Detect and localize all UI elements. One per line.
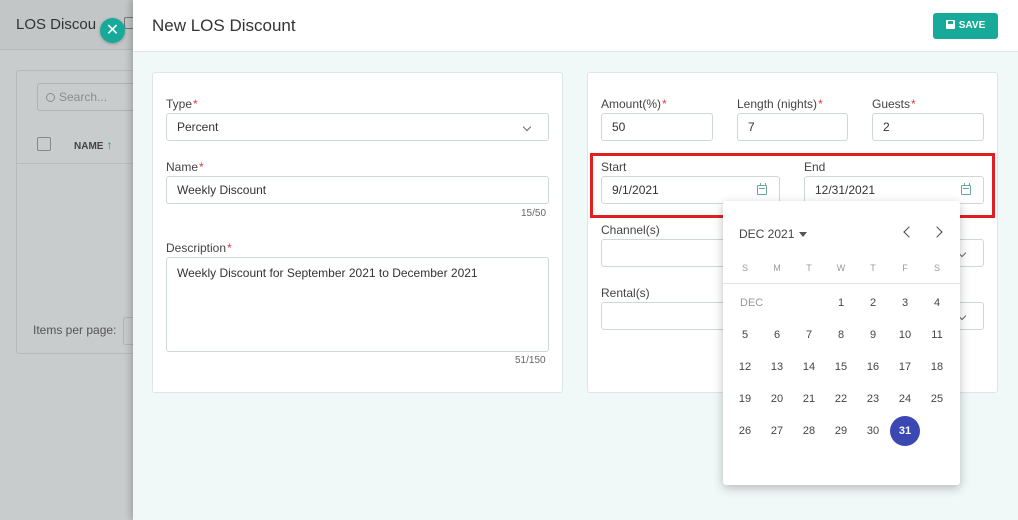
name-input[interactable]: Weekly Discount	[166, 176, 549, 204]
chevron-down-icon	[522, 122, 532, 132]
calendar-day[interactable]: 9	[858, 320, 888, 350]
calendar-day[interactable]: 20	[762, 384, 792, 414]
calendar-day[interactable]: 4	[922, 288, 952, 318]
calendar-day[interactable]: 19	[730, 384, 760, 414]
calendar-day[interactable]: 30	[858, 416, 888, 446]
calendar-day[interactable]: 16	[858, 352, 888, 382]
drawer-header: New LOS Discount SAVE	[133, 0, 1018, 52]
items-per-page-label: Items per page:	[33, 323, 117, 337]
calendar-month-label: DEC	[740, 297, 764, 309]
calendar-day[interactable]: 1	[826, 288, 856, 318]
weekday-header: S	[741, 263, 748, 273]
calendar-day[interactable]: 22	[826, 384, 856, 414]
description-textarea[interactable]: Weekly Discount for September 2021 to De…	[166, 257, 549, 352]
calendar-day[interactable]: 2	[858, 288, 888, 318]
weekday-header: F	[902, 263, 908, 273]
amount-input[interactable]: 50	[601, 113, 713, 141]
length-value: 7	[748, 120, 755, 134]
calendar-day[interactable]: 21	[794, 384, 824, 414]
calendar-day[interactable]: 17	[890, 352, 920, 382]
month-year-selector[interactable]: DEC 2021	[739, 227, 808, 241]
select-all-checkbox[interactable]	[37, 137, 51, 151]
guests-value: 2	[883, 120, 890, 134]
close-icon: ✕	[105, 22, 120, 39]
caret-down-icon	[799, 232, 808, 237]
floppy-disk-icon	[945, 20, 955, 29]
description-label: Description*	[166, 241, 232, 255]
drawer-title: New LOS Discount	[152, 16, 296, 35]
search-icon	[46, 93, 55, 102]
calendar-day[interactable]: 26	[730, 416, 760, 446]
description-counter: 51/150	[515, 355, 546, 366]
calendar-day[interactable]: 15	[826, 352, 856, 382]
calendar-day[interactable]: 27	[762, 416, 792, 446]
guests-input[interactable]: 2	[872, 113, 984, 141]
column-header-name[interactable]: NAME ↑	[74, 138, 112, 152]
calendar-day[interactable]: 24	[890, 384, 920, 414]
next-month-icon[interactable]	[931, 226, 943, 238]
calendar-day[interactable]: 10	[890, 320, 920, 350]
name-value: Weekly Discount	[177, 183, 267, 197]
calendar-day[interactable]: 13	[762, 352, 792, 382]
name-counter: 15/50	[521, 208, 547, 219]
calendar-day[interactable]: 8	[826, 320, 856, 350]
date-picker-popup: DEC 2021 DEC S M T W T F S 1 2 3 4 5 6 7 8 9 10 11 12 13 14 1…	[723, 201, 960, 485]
type-label: Type*	[166, 97, 198, 111]
type-select[interactable]: Percent	[166, 113, 549, 141]
details-card: Type* Percent Name* Weekly Discount 15/5…	[152, 72, 563, 393]
name-label: Name*	[166, 160, 204, 174]
search-placeholder: Search...	[59, 90, 108, 104]
calendar-day[interactable]: 11	[922, 320, 952, 350]
weekday-header: T	[806, 263, 812, 273]
previous-month-icon[interactable]	[903, 226, 915, 238]
weekday-header: W	[836, 263, 846, 273]
amount-value: 50	[612, 120, 626, 134]
rentals-label: Rental(s)	[601, 286, 650, 300]
weekday-header: T	[870, 263, 876, 273]
calendar-day[interactable]: 7	[794, 320, 824, 350]
guests-label: Guests*	[872, 97, 916, 111]
calendar-day[interactable]: 18	[922, 352, 952, 382]
save-label: SAVE	[958, 20, 986, 31]
sort-arrow-up-icon: ↑	[106, 138, 113, 152]
length-input[interactable]: 7	[737, 113, 848, 141]
background-title: LOS Discou	[16, 16, 97, 33]
column-name-label: NAME	[74, 141, 104, 152]
calendar-day[interactable]: 23	[858, 384, 888, 414]
close-drawer-button[interactable]: ✕	[100, 18, 125, 43]
channels-label: Channel(s)	[601, 223, 660, 237]
description-value: Weekly Discount for September 2021 to De…	[177, 266, 478, 280]
calendar-day[interactable]: 25	[922, 384, 952, 414]
calendar-day[interactable]: 3	[890, 288, 920, 318]
amount-label: Amount(%)*	[601, 97, 667, 111]
calendar-day[interactable]: 29	[826, 416, 856, 446]
calendar-day[interactable]: 6	[762, 320, 792, 350]
calendar-day[interactable]: 5	[730, 320, 760, 350]
calendar-day[interactable]: 28	[794, 416, 824, 446]
save-button[interactable]: SAVE	[933, 13, 998, 39]
calendar-divider	[723, 283, 960, 284]
type-value: Percent	[177, 120, 219, 134]
calendar-day-selected[interactable]: 31	[890, 416, 920, 446]
calendar-day[interactable]: 14	[794, 352, 824, 382]
length-label: Length (nights)*	[737, 97, 823, 111]
month-year-label: DEC 2021	[739, 227, 795, 241]
calendar-day[interactable]: 12	[730, 352, 760, 382]
weekday-header: S	[933, 263, 940, 273]
weekday-header: M	[773, 263, 781, 273]
